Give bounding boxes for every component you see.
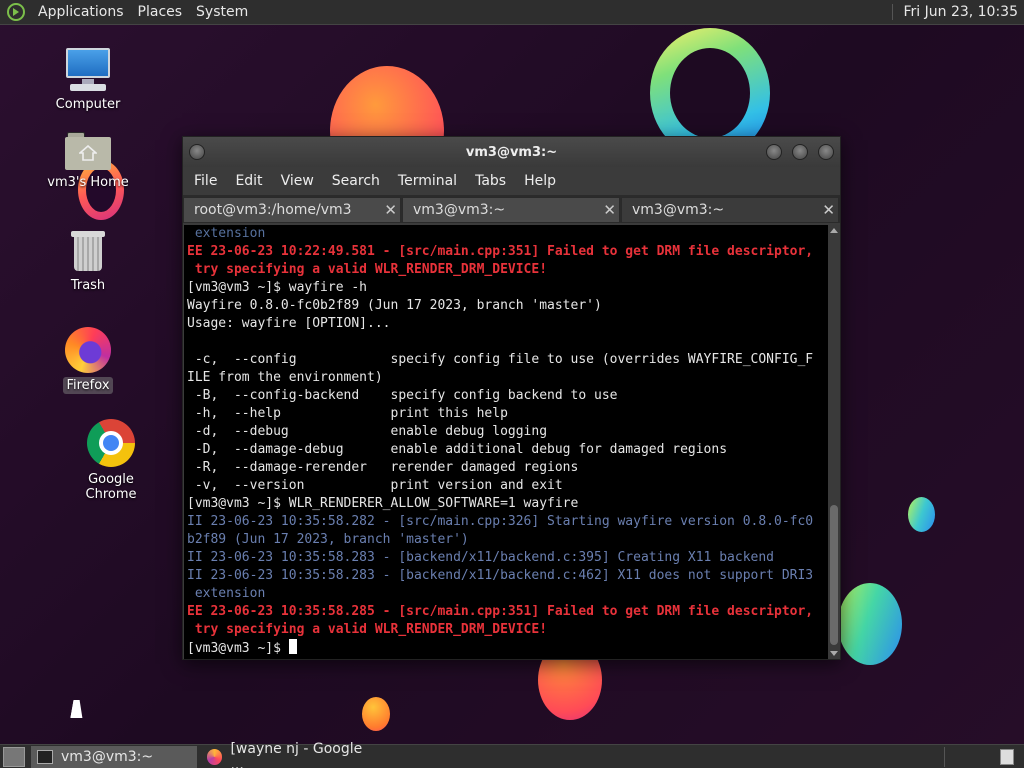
tab-label: root@vm3:/home/vm3 bbox=[194, 202, 352, 218]
scroll-up-icon[interactable] bbox=[830, 228, 838, 233]
terminal-line: ILE from the environment) bbox=[187, 370, 383, 385]
terminal-prompt: [vm3@vm3 ~]$ bbox=[187, 641, 289, 656]
desktop-icon-computer[interactable]: Computer bbox=[38, 46, 138, 113]
terminal-scrollbar[interactable] bbox=[828, 225, 840, 659]
terminal-line: Wayfire 0.8.0-fc0b2f89 (Jun 17 2023, bra… bbox=[187, 298, 602, 313]
distro-logo-icon[interactable] bbox=[7, 3, 25, 21]
terminal-line: extension bbox=[187, 586, 266, 601]
terminal-line: -B, --config-backend specify config back… bbox=[187, 388, 618, 403]
terminal-line: -v, --version print version and exit bbox=[187, 478, 563, 493]
firefox-icon bbox=[207, 748, 223, 765]
menu-edit[interactable]: Edit bbox=[226, 173, 271, 189]
desktop-icon-label: Google Chrome bbox=[85, 472, 137, 502]
terminal-line: Usage: wayfire [OPTION]... bbox=[187, 316, 391, 331]
terminal-tabs: root@vm3:/home/vm3 ✕ vm3@vm3:~ ✕ vm3@vm3… bbox=[183, 195, 840, 223]
taskbar-item-firefox[interactable]: [wayne nj - Google ... bbox=[201, 741, 381, 768]
terminal-menubar: File Edit View Search Terminal Tabs Help bbox=[183, 167, 840, 195]
menu-tabs[interactable]: Tabs bbox=[466, 173, 515, 189]
scroll-down-icon[interactable] bbox=[830, 651, 838, 656]
window-menu-button[interactable] bbox=[189, 144, 205, 160]
menu-view[interactable]: View bbox=[272, 173, 323, 189]
tab-vm3-2[interactable]: vm3@vm3:~ ✕ bbox=[621, 197, 839, 223]
wallpaper-orange-dot bbox=[362, 697, 390, 731]
text-cursor bbox=[288, 639, 297, 654]
terminal-line: EE 23-06-23 10:22:49.581 - [src/main.cpp… bbox=[187, 244, 814, 259]
terminal-line: EE 23-06-23 10:35:58.285 - [src/main.cpp… bbox=[187, 604, 814, 619]
desktop-icon-label: Firefox bbox=[63, 377, 113, 394]
terminal-line: [vm3@vm3 ~]$ wayfire -h bbox=[187, 280, 368, 295]
desktop-icon-label: Trash bbox=[70, 278, 106, 293]
close-tab-icon[interactable]: ✕ bbox=[384, 201, 397, 219]
bottom-panel: vm3@vm3:~ [wayne nj - Google ... bbox=[0, 741, 1024, 768]
terminal-line: -R, --damage-rerender rerender damaged r… bbox=[187, 460, 579, 475]
terminal-line: extension bbox=[187, 226, 266, 241]
places-menu[interactable]: Places bbox=[131, 4, 190, 20]
terminal-line: try specifying a valid WLR_RENDER_DRM_DE… bbox=[187, 262, 548, 277]
close-tab-icon[interactable]: ✕ bbox=[603, 201, 616, 219]
workspace-switcher[interactable] bbox=[1000, 748, 1014, 765]
terminal-prompt-line[interactable]: [vm3@vm3 ~]$ bbox=[187, 639, 828, 657]
close-button[interactable] bbox=[818, 144, 834, 160]
desktop-icon-home[interactable]: vm3's Home bbox=[38, 130, 138, 191]
system-menu[interactable]: System bbox=[189, 4, 255, 20]
scrollbar-thumb[interactable] bbox=[830, 505, 838, 645]
applications-menu[interactable]: Applications bbox=[31, 4, 131, 20]
terminal-output[interactable]: extension EE 23-06-23 10:22:49.581 - [src… bbox=[184, 225, 828, 659]
terminal-line: -d, --debug enable debug logging bbox=[187, 424, 548, 439]
tab-root[interactable]: root@vm3:/home/vm3 ✕ bbox=[183, 197, 401, 223]
minimize-button[interactable] bbox=[766, 144, 782, 160]
taskbar-item-label: [wayne nj - Google ... bbox=[230, 740, 363, 768]
computer-icon bbox=[64, 46, 112, 92]
terminal-line: b2f89 (Jun 17 2023, branch 'master') bbox=[187, 532, 469, 547]
wallpaper-green-blob bbox=[838, 583, 902, 665]
maximize-button[interactable] bbox=[792, 144, 808, 160]
firefox-icon bbox=[65, 327, 111, 373]
terminal-line: II 23-06-23 10:35:58.283 - [backend/x11/… bbox=[187, 550, 774, 565]
terminal-line: [vm3@vm3 ~]$ WLR_RENDERER_ALLOW_SOFTWARE… bbox=[187, 496, 579, 511]
close-tab-icon[interactable]: ✕ bbox=[822, 201, 835, 219]
desktop-icon-firefox[interactable]: Firefox bbox=[38, 327, 138, 394]
menu-help[interactable]: Help bbox=[515, 173, 565, 189]
taskbar-item-label: vm3@vm3:~ bbox=[61, 748, 154, 765]
window-titlebar[interactable]: vm3@vm3:~ bbox=[183, 137, 840, 167]
desktop-icon-label: vm3's Home bbox=[47, 175, 129, 190]
desktop-icon-trash[interactable]: Trash bbox=[38, 229, 138, 294]
home-folder-icon bbox=[65, 130, 111, 170]
menu-file[interactable]: File bbox=[185, 173, 226, 189]
terminal-window[interactable]: vm3@vm3:~ File Edit View Search Terminal… bbox=[182, 136, 841, 660]
mouse-pointer-icon bbox=[70, 700, 86, 718]
show-desktop-button[interactable] bbox=[3, 746, 25, 767]
taskbar-item-terminal[interactable]: vm3@vm3:~ bbox=[31, 745, 197, 768]
tab-label: vm3@vm3:~ bbox=[413, 202, 506, 218]
tab-label: vm3@vm3:~ bbox=[632, 202, 725, 218]
desktop-icon-label: Computer bbox=[55, 97, 121, 112]
top-panel: Applications Places System Fri Jun 23, 1… bbox=[0, 0, 1024, 25]
terminal-line: try specifying a valid WLR_RENDER_DRM_DE… bbox=[187, 622, 548, 637]
wallpaper-green-dot bbox=[908, 497, 935, 532]
clock[interactable]: Fri Jun 23, 10:35 bbox=[892, 4, 1022, 20]
tab-vm3-1[interactable]: vm3@vm3:~ ✕ bbox=[402, 197, 620, 223]
terminal-line: -D, --damage-debug enable additional deb… bbox=[187, 442, 728, 457]
terminal-line: -h, --help print this help bbox=[187, 406, 508, 421]
window-title: vm3@vm3:~ bbox=[465, 144, 558, 160]
terminal-line: II 23-06-23 10:35:58.282 - [src/main.cpp… bbox=[187, 514, 814, 529]
menu-search[interactable]: Search bbox=[323, 173, 389, 189]
terminal-icon bbox=[37, 749, 53, 764]
chrome-icon bbox=[87, 419, 135, 467]
trash-icon bbox=[70, 229, 106, 273]
menu-terminal[interactable]: Terminal bbox=[389, 173, 466, 189]
desktop-icon-chrome[interactable]: Google Chrome bbox=[61, 419, 161, 503]
terminal-line: II 23-06-23 10:35:58.283 - [backend/x11/… bbox=[187, 568, 814, 583]
terminal-line: -c, --config specify config file to use … bbox=[187, 352, 814, 367]
